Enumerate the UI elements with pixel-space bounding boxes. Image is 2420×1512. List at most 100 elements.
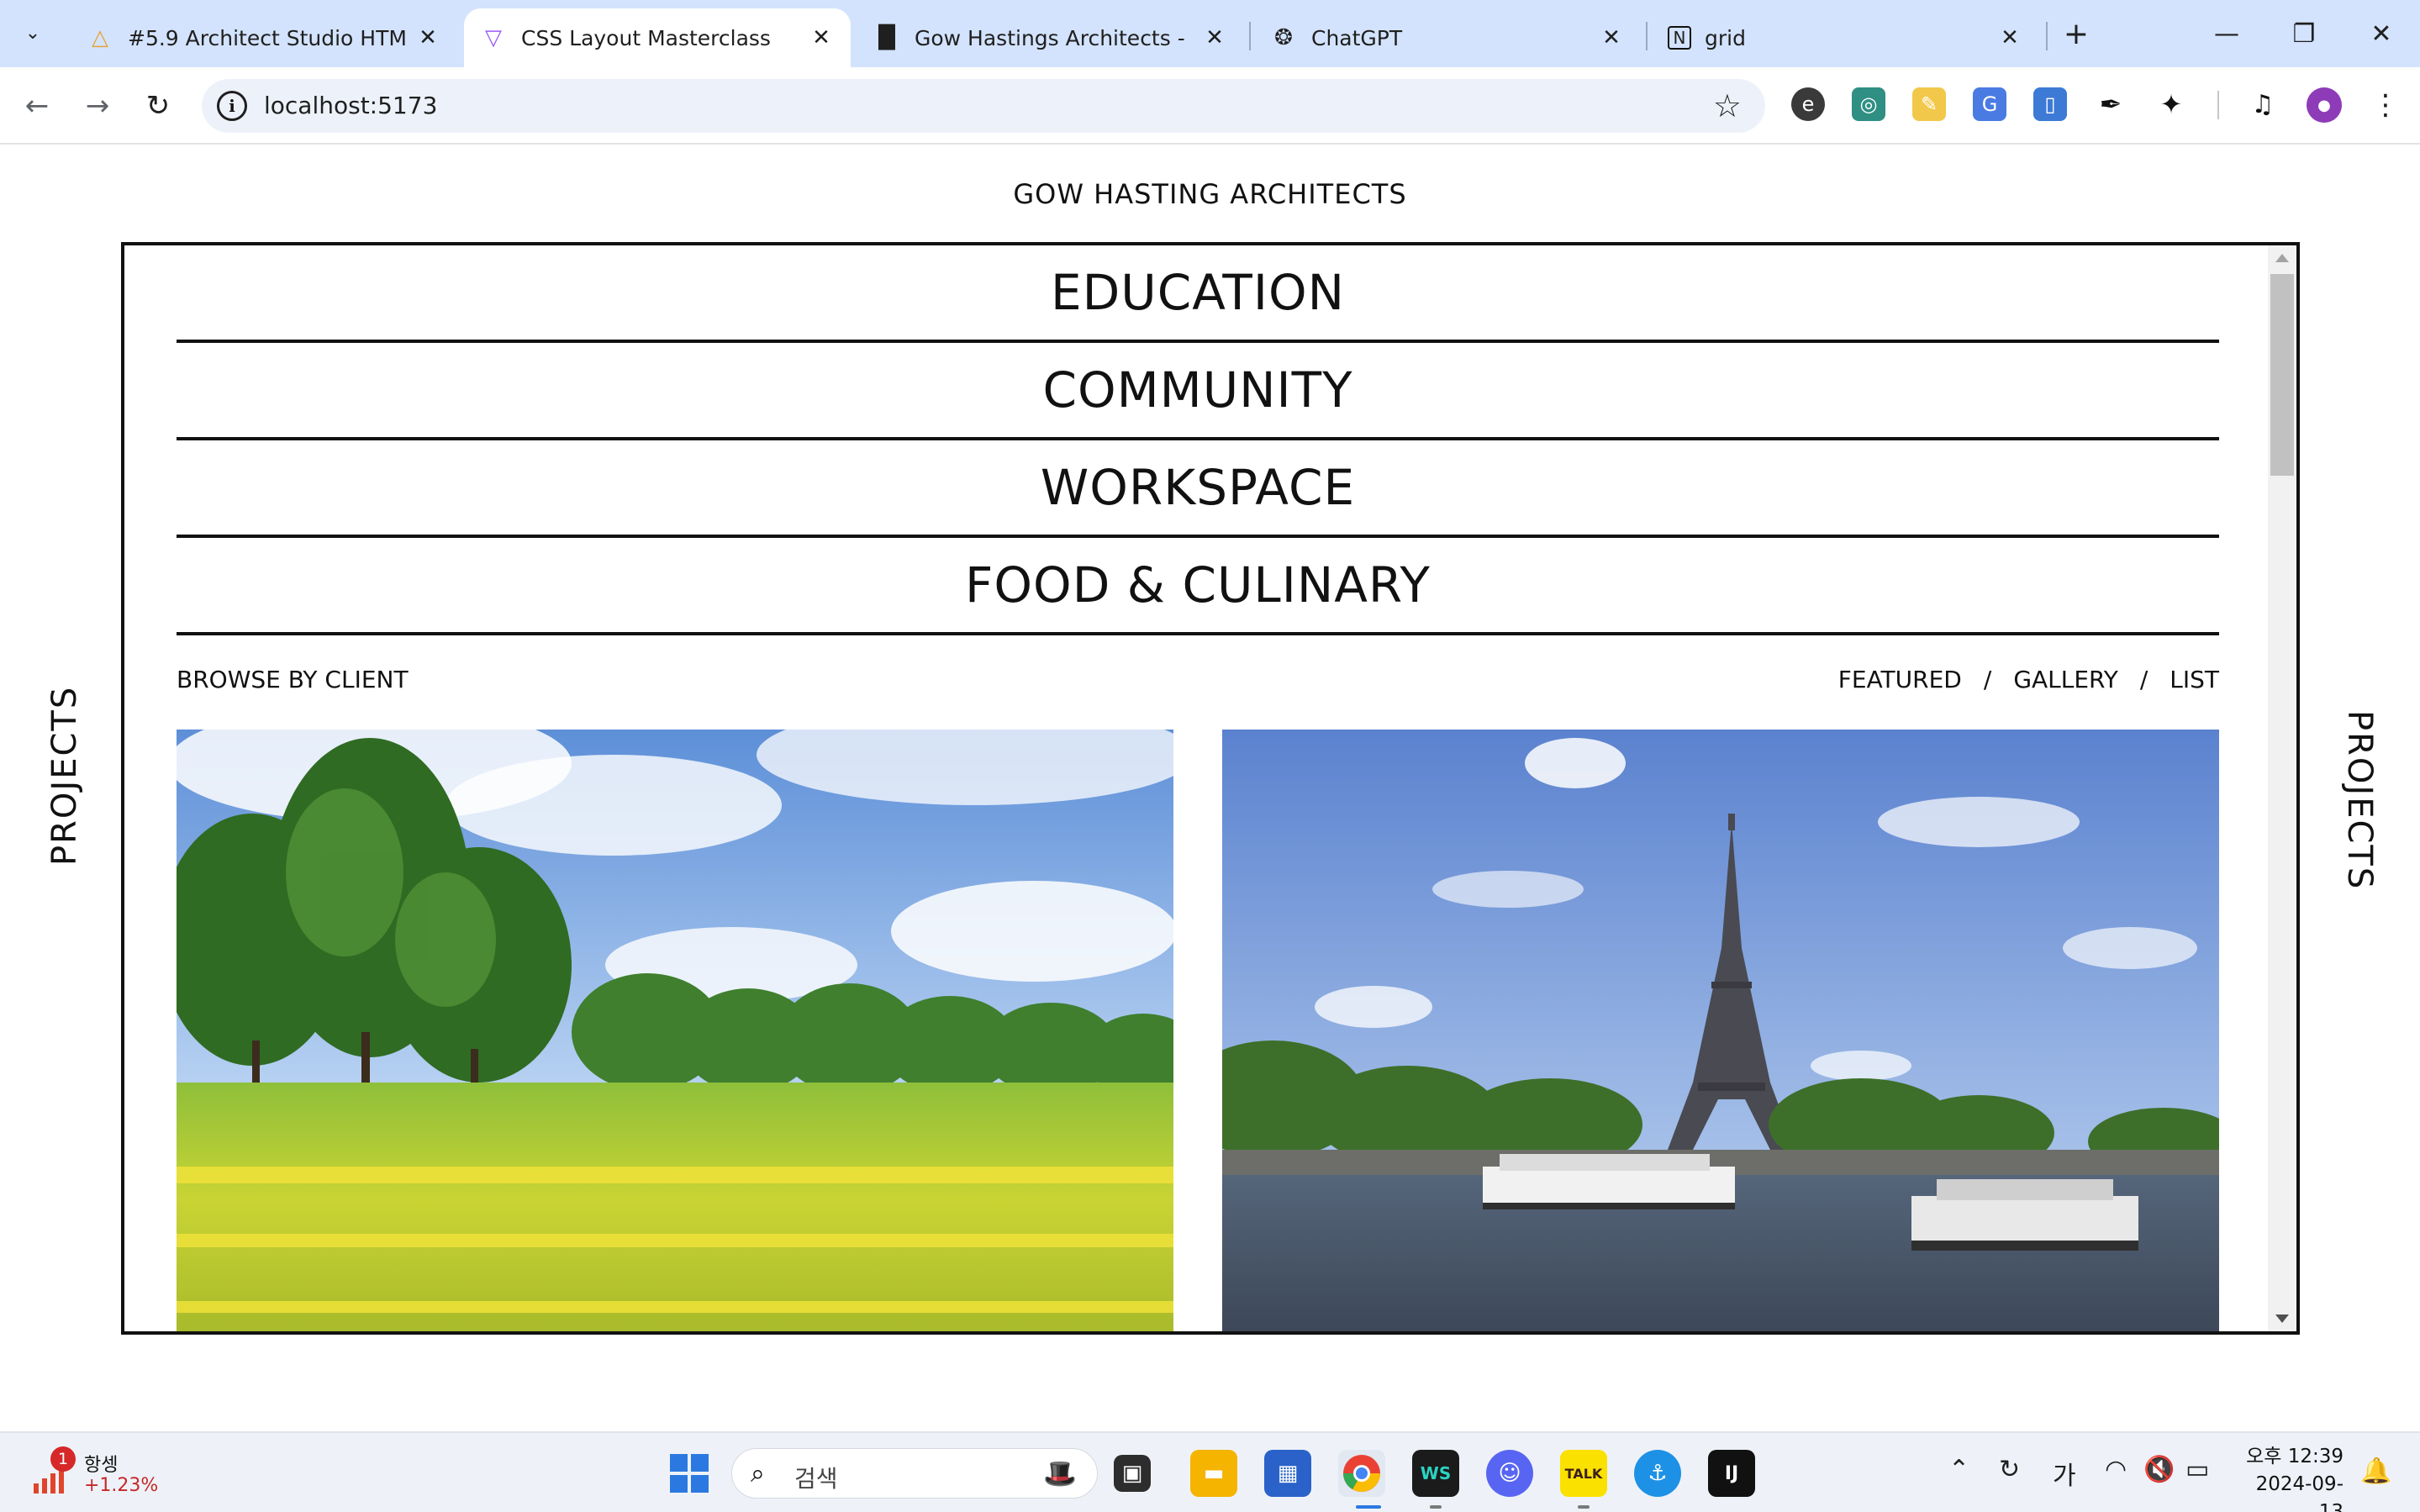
close-icon[interactable]: ✕ <box>807 24 836 52</box>
more-vert-icon: ⋮ <box>2371 88 2400 122</box>
category-community[interactable]: COMMUNITY <box>177 343 2219 440</box>
tab-separator <box>2046 22 2048 50</box>
projects-frame: EDUCATION COMMUNITY WORKSPACE FOOD & CUL… <box>121 242 2300 1335</box>
address-bar[interactable]: i localhost:5173 ☆ <box>202 79 1765 133</box>
close-icon[interactable]: ✕ <box>1597 24 1626 52</box>
tab-architect-studio[interactable]: △ #5.9 Architect Studio HTML & CSS ✕ <box>71 8 457 67</box>
volume-muted-icon[interactable]: 🔇 <box>2143 1455 2175 1484</box>
info-icon[interactable]: i <box>217 91 247 121</box>
project-card-eiffel[interactable] <box>1222 730 2219 1331</box>
scroll-up-arrow-icon[interactable] <box>2275 254 2289 262</box>
store-icon: ▦ <box>1277 1461 1299 1486</box>
task-view-icon: ▣ <box>1121 1461 1143 1486</box>
webstorm-button[interactable]: WS <box>1412 1450 1459 1497</box>
notification-bell-icon[interactable]: 🔔 <box>2360 1457 2391 1486</box>
microsoft-store-button[interactable]: ▦ <box>1264 1450 1311 1497</box>
tab-title: ChatGPT <box>1311 25 1403 50</box>
view-gallery-link[interactable]: GALLERY <box>2013 666 2118 693</box>
tab-title: #5.9 Architect Studio HTML & CSS <box>128 25 407 50</box>
system-clock[interactable]: 오후 12:39 2024-09-13 <box>2236 1443 2344 1512</box>
scroll-down-arrow-icon[interactable] <box>2275 1314 2289 1323</box>
tab-title: grid <box>1705 25 1746 50</box>
category-education[interactable]: EDUCATION <box>177 245 2219 343</box>
tab-gow-hastings[interactable]: ▐▌ Gow Hastings Architects - Projects ✕ <box>857 8 1244 67</box>
media-control-icon[interactable]: ♫ <box>2246 87 2280 121</box>
intellij-icon: IJ <box>1724 1462 1739 1484</box>
tray-overflow-chevron-icon[interactable]: ⌃ <box>1948 1455 1969 1484</box>
minimize-icon: — <box>2214 18 2239 49</box>
url-text[interactable]: localhost:5173 <box>264 91 437 121</box>
scrollbar-thumb[interactable] <box>2270 274 2294 476</box>
view-switcher: FEATURED / GALLERY / LIST <box>1838 666 2219 693</box>
tab-css-layout-masterclass[interactable]: ▽ CSS Layout Masterclass ✕ <box>464 8 851 67</box>
kakaotalk-icon: TALK <box>1564 1465 1603 1482</box>
intellij-button[interactable]: IJ <box>1708 1450 1755 1497</box>
docker-button[interactable]: ⚓ <box>1634 1450 1681 1497</box>
device-extension-icon[interactable]: ▯ <box>2033 87 2067 121</box>
barcode-favicon-icon: ▐▌ <box>870 25 904 50</box>
bookmark-star-icon[interactable]: ☆ <box>1713 87 1742 124</box>
taskbar-search-box[interactable]: ⌕ 검색 🎩 <box>731 1448 1098 1499</box>
new-tab-button[interactable]: + <box>2058 15 2095 52</box>
extension-globe-icon[interactable]: ◎ <box>1852 87 1885 121</box>
stock-widget[interactable]: 1 항셍 +1.23% <box>32 1446 166 1502</box>
extension-e-icon[interactable]: e <box>1791 87 1825 121</box>
ime-indicator[interactable]: 가 <box>2053 1455 2076 1492</box>
start-button[interactable] <box>666 1450 713 1497</box>
close-window-button[interactable]: ✕ <box>2352 12 2411 55</box>
side-label-projects-left[interactable]: PROJECTS <box>45 686 84 866</box>
windows-taskbar: 1 항셍 +1.23% ⌕ 검색 🎩 ▣ ▬ ▦ WS ☺ TALK ⚓ IJ … <box>0 1431 2420 1512</box>
category-workspace[interactable]: WORKSPACE <box>177 440 2219 538</box>
side-label-projects-right[interactable]: PROJECTS <box>2340 710 2379 890</box>
category-food-culinary[interactable]: FOOD & CULINARY <box>177 538 2219 635</box>
chrome-active-indicator <box>1356 1505 1381 1509</box>
view-list-link[interactable]: LIST <box>2170 666 2219 693</box>
close-icon[interactable]: ✕ <box>414 24 442 52</box>
discord-button[interactable]: ☺ <box>1486 1450 1533 1497</box>
extensions-puzzle-icon[interactable]: ✦ <box>2154 87 2188 121</box>
forward-button[interactable]: → <box>77 86 118 126</box>
page-scrollbar[interactable] <box>2268 245 2296 1331</box>
profile-avatar[interactable]: ● <box>2307 87 2342 123</box>
wifi-icon[interactable]: ◠ <box>2105 1455 2127 1484</box>
reload-button[interactable]: ↻ <box>138 86 178 126</box>
plus-icon: + <box>2063 16 2090 51</box>
close-icon[interactable]: ✕ <box>1996 24 2024 52</box>
close-icon: ✕ <box>2370 18 2392 49</box>
view-featured-link[interactable]: FEATURED <box>1838 666 1962 693</box>
project-card-meadow[interactable] <box>177 730 1173 1331</box>
kakaotalk-button[interactable]: TALK <box>1560 1450 1607 1497</box>
browser-tabstrip: ⌄ △ #5.9 Architect Studio HTML & CSS ✕ ▽… <box>0 0 2420 67</box>
chrome-button[interactable] <box>1338 1450 1385 1497</box>
docker-icon: ⚓ <box>1648 1461 1668 1486</box>
vite-favicon-icon: ▽ <box>485 25 502 50</box>
extension-pencil-icon[interactable]: ✎ <box>1912 87 1946 121</box>
restore-icon: ❐ <box>2292 18 2316 49</box>
clock-time: 오후 12:39 <box>2246 1446 2344 1467</box>
stock-name: 항셍 <box>84 1455 119 1476</box>
toolbar-separator <box>2217 91 2219 119</box>
back-button[interactable]: ← <box>17 86 57 126</box>
stock-change: +1.23% <box>84 1475 159 1496</box>
restore-button[interactable]: ❐ <box>2275 12 2333 55</box>
sync-icon[interactable]: ↻ <box>1999 1455 2020 1484</box>
eyedropper-icon[interactable]: ✒ <box>2094 87 2127 121</box>
view-separator: / <box>2139 666 2148 693</box>
webstorm-icon: WS <box>1420 1463 1452 1483</box>
minimize-button[interactable]: — <box>2197 12 2256 55</box>
battery-icon[interactable]: ▭ <box>2185 1455 2209 1484</box>
browser-menu-button[interactable]: ⋮ <box>2369 84 2402 126</box>
task-view-button[interactable]: ▣ <box>1114 1455 1151 1492</box>
close-icon[interactable]: ✕ <box>1200 24 1229 52</box>
chevron-down-icon: ⌄ <box>24 22 41 44</box>
clock-date: 2024-09-13 <box>2255 1473 2344 1512</box>
folder-icon: ▬ <box>1203 1461 1225 1486</box>
tab-grid[interactable]: N grid ✕ <box>1653 8 2039 67</box>
eiffel-photo <box>1222 730 2219 1331</box>
site-title[interactable]: GOW HASTING ARCHITECTS <box>0 178 2420 210</box>
translate-extension-icon[interactable]: G <box>1973 87 2006 121</box>
browse-by-client-link[interactable]: BROWSE BY CLIENT <box>177 666 409 693</box>
tab-search-button[interactable]: ⌄ <box>12 12 54 54</box>
file-explorer-button[interactable]: ▬ <box>1190 1450 1237 1497</box>
tab-chatgpt[interactable]: ❂ ChatGPT ✕ <box>1254 8 1641 67</box>
